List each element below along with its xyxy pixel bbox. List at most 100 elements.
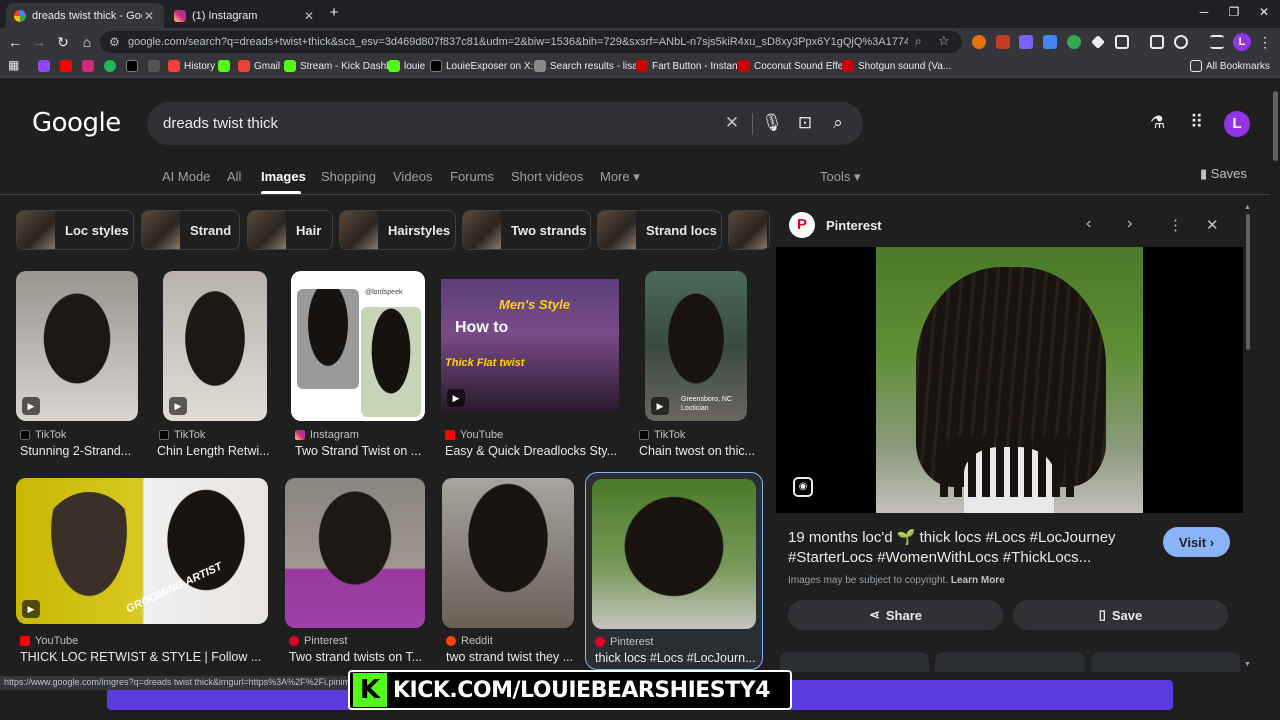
share-button[interactable]: ⋖ Share (788, 600, 1003, 630)
tab-videos[interactable]: Videos (393, 169, 433, 184)
extension-icon[interactable] (1043, 35, 1057, 49)
extension-icon[interactable] (972, 35, 986, 49)
bookmark-shotgun-sound[interactable]: Shotgun sound (Va... (842, 60, 951, 72)
home-icon[interactable]: ⌂ (78, 33, 96, 51)
google-logo[interactable]: Google (32, 108, 121, 138)
chrome-menu-icon[interactable]: ⋮ (1256, 33, 1274, 51)
restore-icon[interactable]: ❐ (1224, 5, 1244, 19)
cast-icon[interactable] (1150, 35, 1164, 49)
google-apps-icon[interactable]: ⠿ (1190, 112, 1203, 133)
account-avatar[interactable]: L (1224, 111, 1250, 137)
bookmark-kick-dashboard[interactable]: Stream - Kick Dashb... (284, 60, 400, 72)
tools-button[interactable]: Tools ▾ (820, 169, 861, 185)
visit-button[interactable]: Visit › (1163, 527, 1230, 557)
result-title[interactable]: Two Strand Twist on ... (295, 444, 425, 458)
extensions-puzzle-icon[interactable] (1115, 35, 1129, 49)
bookmark-site-icon[interactable] (148, 60, 164, 72)
tab-all[interactable]: All (227, 169, 241, 184)
chip-loc-styles[interactable]: Loc styles (16, 210, 134, 250)
close-tab-icon[interactable]: ✕ (142, 9, 156, 23)
zoom-icon[interactable]: ⌕ (915, 34, 922, 49)
saves-button[interactable]: ▮ Saves (1200, 166, 1247, 182)
tab-images[interactable]: Images (261, 169, 306, 184)
extension-icon[interactable] (996, 35, 1010, 49)
new-tab-icon[interactable]: + (324, 4, 344, 21)
tab-forums[interactable]: Forums (450, 169, 494, 184)
result-title[interactable]: two strand twist they ... (446, 650, 576, 664)
result-thumbnail[interactable] (592, 479, 756, 629)
bookmark-instagram-icon[interactable] (82, 60, 98, 72)
result-thumbnail[interactable]: Men's Style How to Thick Flat twist ▶ (441, 271, 619, 421)
close-tab-icon[interactable]: ✕ (302, 9, 316, 23)
image-result[interactable]: GROOMING ARTIST ▶ YouTube THICK LOC RETW… (16, 478, 270, 668)
result-title[interactable]: Stunning 2-Strand... (20, 444, 138, 458)
next-image-icon[interactable]: › (1127, 215, 1132, 233)
bookmark-twitch-icon[interactable] (38, 60, 54, 72)
address-bar[interactable]: ⚙ google.com/search?q=dreads+twist+thick… (100, 31, 962, 53)
result-thumbnail[interactable] (285, 478, 425, 628)
tab-shopping[interactable]: Shopping (321, 169, 376, 184)
bookmark-youtube-icon[interactable] (60, 60, 76, 72)
extension-icon[interactable] (1091, 35, 1105, 49)
image-result-selected[interactable]: Pinterest thick locs #Locs #LocJourn... (585, 472, 763, 670)
panel-scroll-down-icon[interactable]: ▼ (1244, 661, 1251, 668)
apps-grid-icon[interactable]: ▦ (8, 58, 19, 72)
browser-tab-google[interactable]: dreads twist thick - Google Se... ✕ (6, 3, 164, 28)
search-box[interactable]: dreads twist thick ✕ 🎙 ⊡ ⌕ (147, 102, 863, 145)
save-button[interactable]: ▯ Save (1013, 600, 1228, 630)
preview-title[interactable]: 19 months loc'd 🌱 thick locs #Locs #LocJ… (788, 528, 1138, 568)
bookmark-fart-button[interactable]: Fart Button - Instant... (636, 60, 749, 72)
bookmark-coconut-sound[interactable]: Coconut Sound Effe... (738, 60, 852, 72)
downloads-icon[interactable] (1174, 35, 1188, 49)
chip-two-strands[interactable]: Two strands (462, 210, 591, 250)
panel-scrollbar[interactable] (1246, 214, 1250, 350)
close-window-icon[interactable]: ✕ (1254, 5, 1274, 19)
profile-avatar[interactable]: L (1233, 33, 1251, 51)
search-input[interactable]: dreads twist thick (163, 115, 278, 132)
reading-list-icon[interactable] (1210, 35, 1224, 49)
labs-flask-icon[interactable]: ⚗ (1150, 113, 1165, 133)
tab-more[interactable]: More ▾ (600, 169, 640, 185)
site-info-icon[interactable]: ⚙ (109, 35, 120, 49)
result-title[interactable]: THICK LOC RETWIST & STYLE | Follow ... (20, 650, 270, 664)
panel-scroll-up-icon[interactable]: ▲ (1244, 204, 1251, 211)
bookmark-x-icon[interactable] (126, 60, 142, 72)
image-result[interactable]: @lordspeek Instagram Two Strand Twist on… (291, 271, 427, 461)
result-thumbnail[interactable]: ▶ (16, 271, 138, 421)
image-result[interactable]: Men's Style How to Thick Flat twist ▶ Yo… (441, 271, 621, 461)
voice-search-icon[interactable]: 🎙 (761, 113, 783, 133)
bookmark-search-results[interactable]: Search results - lisar... (534, 60, 649, 72)
result-thumbnail[interactable]: ▶ (163, 271, 267, 421)
bookmark-star-icon[interactable]: ☆ (938, 33, 950, 49)
extension-icon[interactable] (1019, 35, 1033, 49)
result-thumbnail[interactable]: @lordspeek (291, 271, 425, 421)
image-result[interactable]: ▶ TikTok Chin Length Retwi... (155, 271, 275, 461)
browser-tab-instagram[interactable]: (1) Instagram ✕ (166, 3, 324, 28)
clear-search-icon[interactable]: ✕ (721, 113, 743, 133)
result-title[interactable]: Easy & Quick Dreadlocks Sty... (445, 444, 621, 458)
bookmark-spotify-icon[interactable] (104, 60, 120, 72)
chip-partial[interactable] (728, 210, 770, 250)
image-result[interactable]: Pinterest Two strand twists on T... (285, 478, 427, 668)
result-title[interactable]: thick locs #Locs #LocJourn... (595, 651, 759, 665)
more-options-icon[interactable]: ⋮ (1168, 216, 1183, 234)
chip-strand[interactable]: Strand (141, 210, 240, 250)
bookmark-kick-icon[interactable] (218, 60, 234, 72)
extension-icon[interactable] (1067, 35, 1081, 49)
minimize-icon[interactable]: ─ (1194, 5, 1214, 19)
bookmark-louie[interactable]: louie (388, 60, 425, 72)
lens-search-icon[interactable]: ◉ (793, 477, 813, 497)
back-icon[interactable]: ← (6, 33, 24, 51)
search-icon[interactable]: ⌕ (827, 113, 849, 133)
panel-source[interactable]: Pinterest (826, 218, 882, 233)
preview-image[interactable] (876, 247, 1143, 513)
result-thumbnail[interactable] (442, 478, 574, 628)
result-title[interactable]: Chin Length Retwi... (157, 444, 275, 458)
result-thumbnail[interactable]: Greensboro, NC Loctician ▶ (645, 271, 747, 421)
bookmark-history[interactable]: History (168, 60, 215, 72)
chip-hairstyles[interactable]: Hairstyles (339, 210, 456, 250)
result-thumbnail[interactable]: GROOMING ARTIST ▶ (16, 478, 268, 624)
page-scrollbar[interactable] (1270, 79, 1280, 720)
bookmark-gmail[interactable]: Gmail (238, 60, 280, 72)
forward-icon[interactable]: → (30, 33, 48, 51)
